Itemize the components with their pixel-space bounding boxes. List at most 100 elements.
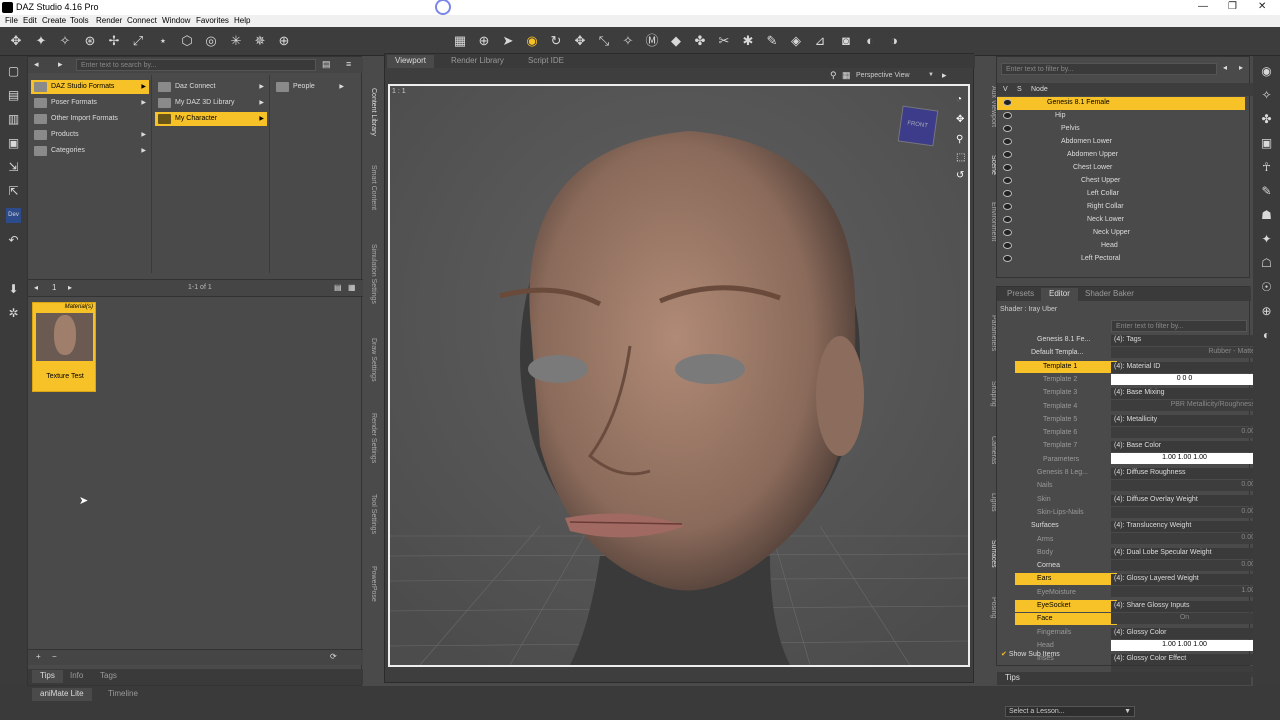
scene-node-row[interactable]: Abdomen Lower	[997, 136, 1267, 149]
scene-node-row[interactable]: Left Collar	[997, 188, 1267, 201]
scene-node-row[interactable]: Left Pectoral	[997, 253, 1267, 266]
surface-tree-item[interactable]: Template 7	[1015, 440, 1117, 452]
eye-icon[interactable]	[1003, 177, 1012, 184]
property-widget[interactable]: (4): Diffuse Overlay Weight 0.00	[1111, 494, 1259, 521]
move-icon[interactable]: ✥	[572, 33, 588, 49]
tab-powerpose[interactable]: PowerPose	[363, 560, 377, 608]
tab-cameras[interactable]: Cameras	[983, 430, 997, 470]
property-widget[interactable]: (4): Tags Rubber - Matte	[1111, 335, 1259, 361]
property-value[interactable]: Rubber - Matte	[1111, 347, 1259, 358]
surface-tree-item[interactable]: Template 5	[1015, 414, 1117, 426]
surface-filter-input[interactable]: Enter text to filter by...	[1111, 320, 1247, 332]
scene-node-row[interactable]: Hip	[997, 110, 1267, 123]
prev-icon[interactable]: ◂	[1223, 63, 1227, 72]
property-value[interactable]: PBR Metallicity/Roughness	[1111, 400, 1259, 412]
tab-render-library[interactable]: Render Library	[443, 55, 512, 68]
undo-icon[interactable]: ↶	[6, 233, 21, 248]
import-icon[interactable]: ⇲	[6, 160, 21, 175]
tab-tool-settings[interactable]: Tool Settings	[363, 486, 377, 542]
minimize-button[interactable]: —	[1198, 1, 1208, 12]
menu-create[interactable]: Create	[42, 16, 66, 25]
figure-icon[interactable]: ☥	[1259, 160, 1274, 175]
tab-surfaces[interactable]: Surfaces	[983, 534, 997, 574]
transform-icon[interactable]: ⊕	[276, 33, 292, 49]
tab-render-settings[interactable]: Render Settings	[363, 406, 377, 470]
menu-tools[interactable]: Tools	[70, 16, 89, 25]
tab-info[interactable]: Info	[62, 670, 91, 683]
property-value[interactable]: 0.00	[1111, 480, 1259, 491]
surface-tree-item[interactable]: Template 6	[1015, 427, 1117, 439]
prev-page-icon[interactable]: ◂	[34, 283, 38, 292]
menu-connect[interactable]: Connect	[127, 16, 157, 25]
figure-settings-icon[interactable]: ✲	[6, 306, 21, 321]
content-search-input[interactable]: Enter text to search by...	[76, 59, 316, 71]
grid-view-icon[interactable]: ▦	[348, 283, 356, 292]
joint-editor-icon[interactable]: ⋆	[155, 33, 171, 49]
globe-icon[interactable]: ⊕	[1259, 304, 1274, 319]
eye-icon[interactable]	[1003, 125, 1012, 132]
scene-tool-icon[interactable]: ✥	[8, 33, 24, 49]
eye-icon[interactable]	[1003, 164, 1012, 171]
navigate-icon[interactable]: ⊕	[476, 33, 492, 49]
tab-shaping[interactable]: Shaping	[983, 374, 997, 414]
property-value[interactable]: On	[1111, 613, 1259, 624]
surface-tree-item[interactable]: Skin	[1015, 494, 1117, 506]
show-sub-items-checkbox[interactable]: ✔ Show Sub Items	[1001, 650, 1060, 658]
tab-parameters[interactable]: Parameters	[983, 308, 997, 358]
surface-tree-item[interactable]: Cornea	[1015, 560, 1117, 572]
surface-tree-item[interactable]: Arms	[1015, 534, 1117, 546]
surface-tree-item[interactable]: Parameters	[1015, 454, 1117, 466]
scene-node-row[interactable]: Head	[997, 240, 1267, 253]
scale-tool-icon[interactable]: ⤢	[130, 33, 146, 49]
property-widget[interactable]: (4): Dual Lobe Specular Weight 0.00	[1111, 547, 1259, 574]
surface-tree-item[interactable]: Genesis 8.1 Fe...	[1015, 334, 1117, 346]
eye-icon[interactable]	[1003, 112, 1012, 119]
geometry-icon[interactable]: ✱	[740, 33, 756, 49]
list-item[interactable]: People ▶	[273, 80, 347, 94]
scene-node-row[interactable]: Abdomen Upper	[997, 149, 1267, 162]
smart-content-icon[interactable]: ✧	[1259, 88, 1274, 103]
surface-tree-item[interactable]: EyeMoisture	[1015, 587, 1117, 599]
spot-render-icon[interactable]: ✳	[228, 33, 244, 49]
eye-icon[interactable]	[1003, 229, 1012, 236]
dev-tools-icon[interactable]: Dev	[6, 208, 21, 223]
view-layout-icon[interactable]: ▦	[842, 70, 851, 81]
tab-lights[interactable]: Lights	[983, 486, 997, 518]
geometry-editor-icon[interactable]: ⬡	[179, 33, 195, 49]
tab-environment[interactable]: Environment	[983, 196, 997, 248]
list-item[interactable]: My DAZ 3D Library ▶	[155, 96, 267, 110]
add-icon[interactable]: +	[36, 652, 41, 661]
property-value[interactable]: 0.00	[1111, 506, 1259, 518]
rotate-tool-icon[interactable]: ⊛	[82, 33, 98, 49]
brush-icon[interactable]: ✎	[1259, 184, 1274, 199]
surface-tree-item[interactable]: Genesis 8 Leg...	[1015, 467, 1117, 479]
surface-tree-item[interactable]: Nails	[1015, 480, 1117, 492]
scene-node-row[interactable]: Pelvis	[997, 123, 1267, 136]
hair-icon[interactable]: ☉	[1259, 280, 1274, 295]
surface-tree-item[interactable]: Default Templa...	[1015, 347, 1117, 359]
eye-icon[interactable]	[1003, 216, 1012, 223]
tab-smart-content[interactable]: Smart Content	[363, 158, 377, 218]
surface-tree-item[interactable]: Template 4	[1015, 401, 1117, 413]
scene-node-row[interactable]: Chest Lower	[997, 162, 1267, 175]
render-icon[interactable]: ◐	[862, 33, 878, 49]
tab-script-ide[interactable]: Script IDE	[520, 55, 572, 68]
drop-icon[interactable]: ⬇	[6, 282, 21, 297]
dress-icon[interactable]: ☖	[1259, 256, 1274, 271]
property-value[interactable]: 1.00	[1111, 586, 1259, 598]
shape-icon[interactable]: ✦	[1259, 232, 1274, 247]
surface-tree-item[interactable]: Ears	[1015, 573, 1117, 586]
camera-icon[interactable]: ◙	[838, 33, 854, 49]
menu-favorites[interactable]: Favorites	[196, 16, 229, 25]
pointer-icon[interactable]: ➤	[500, 33, 516, 49]
close-button[interactable]: ✕	[1258, 1, 1266, 12]
eye-icon[interactable]	[1003, 151, 1012, 158]
reset-view-icon[interactable]: ↺	[956, 170, 964, 181]
tab-tips[interactable]: Tips	[32, 670, 63, 683]
menu-window[interactable]: Window	[162, 16, 190, 25]
open-folder-icon[interactable]: ▤	[6, 88, 21, 103]
merge-icon[interactable]: ▥	[6, 112, 21, 127]
export-icon[interactable]: ⇱	[6, 184, 21, 199]
eye-icon[interactable]	[1003, 138, 1012, 145]
property-value[interactable]: 0.00	[1111, 426, 1259, 438]
